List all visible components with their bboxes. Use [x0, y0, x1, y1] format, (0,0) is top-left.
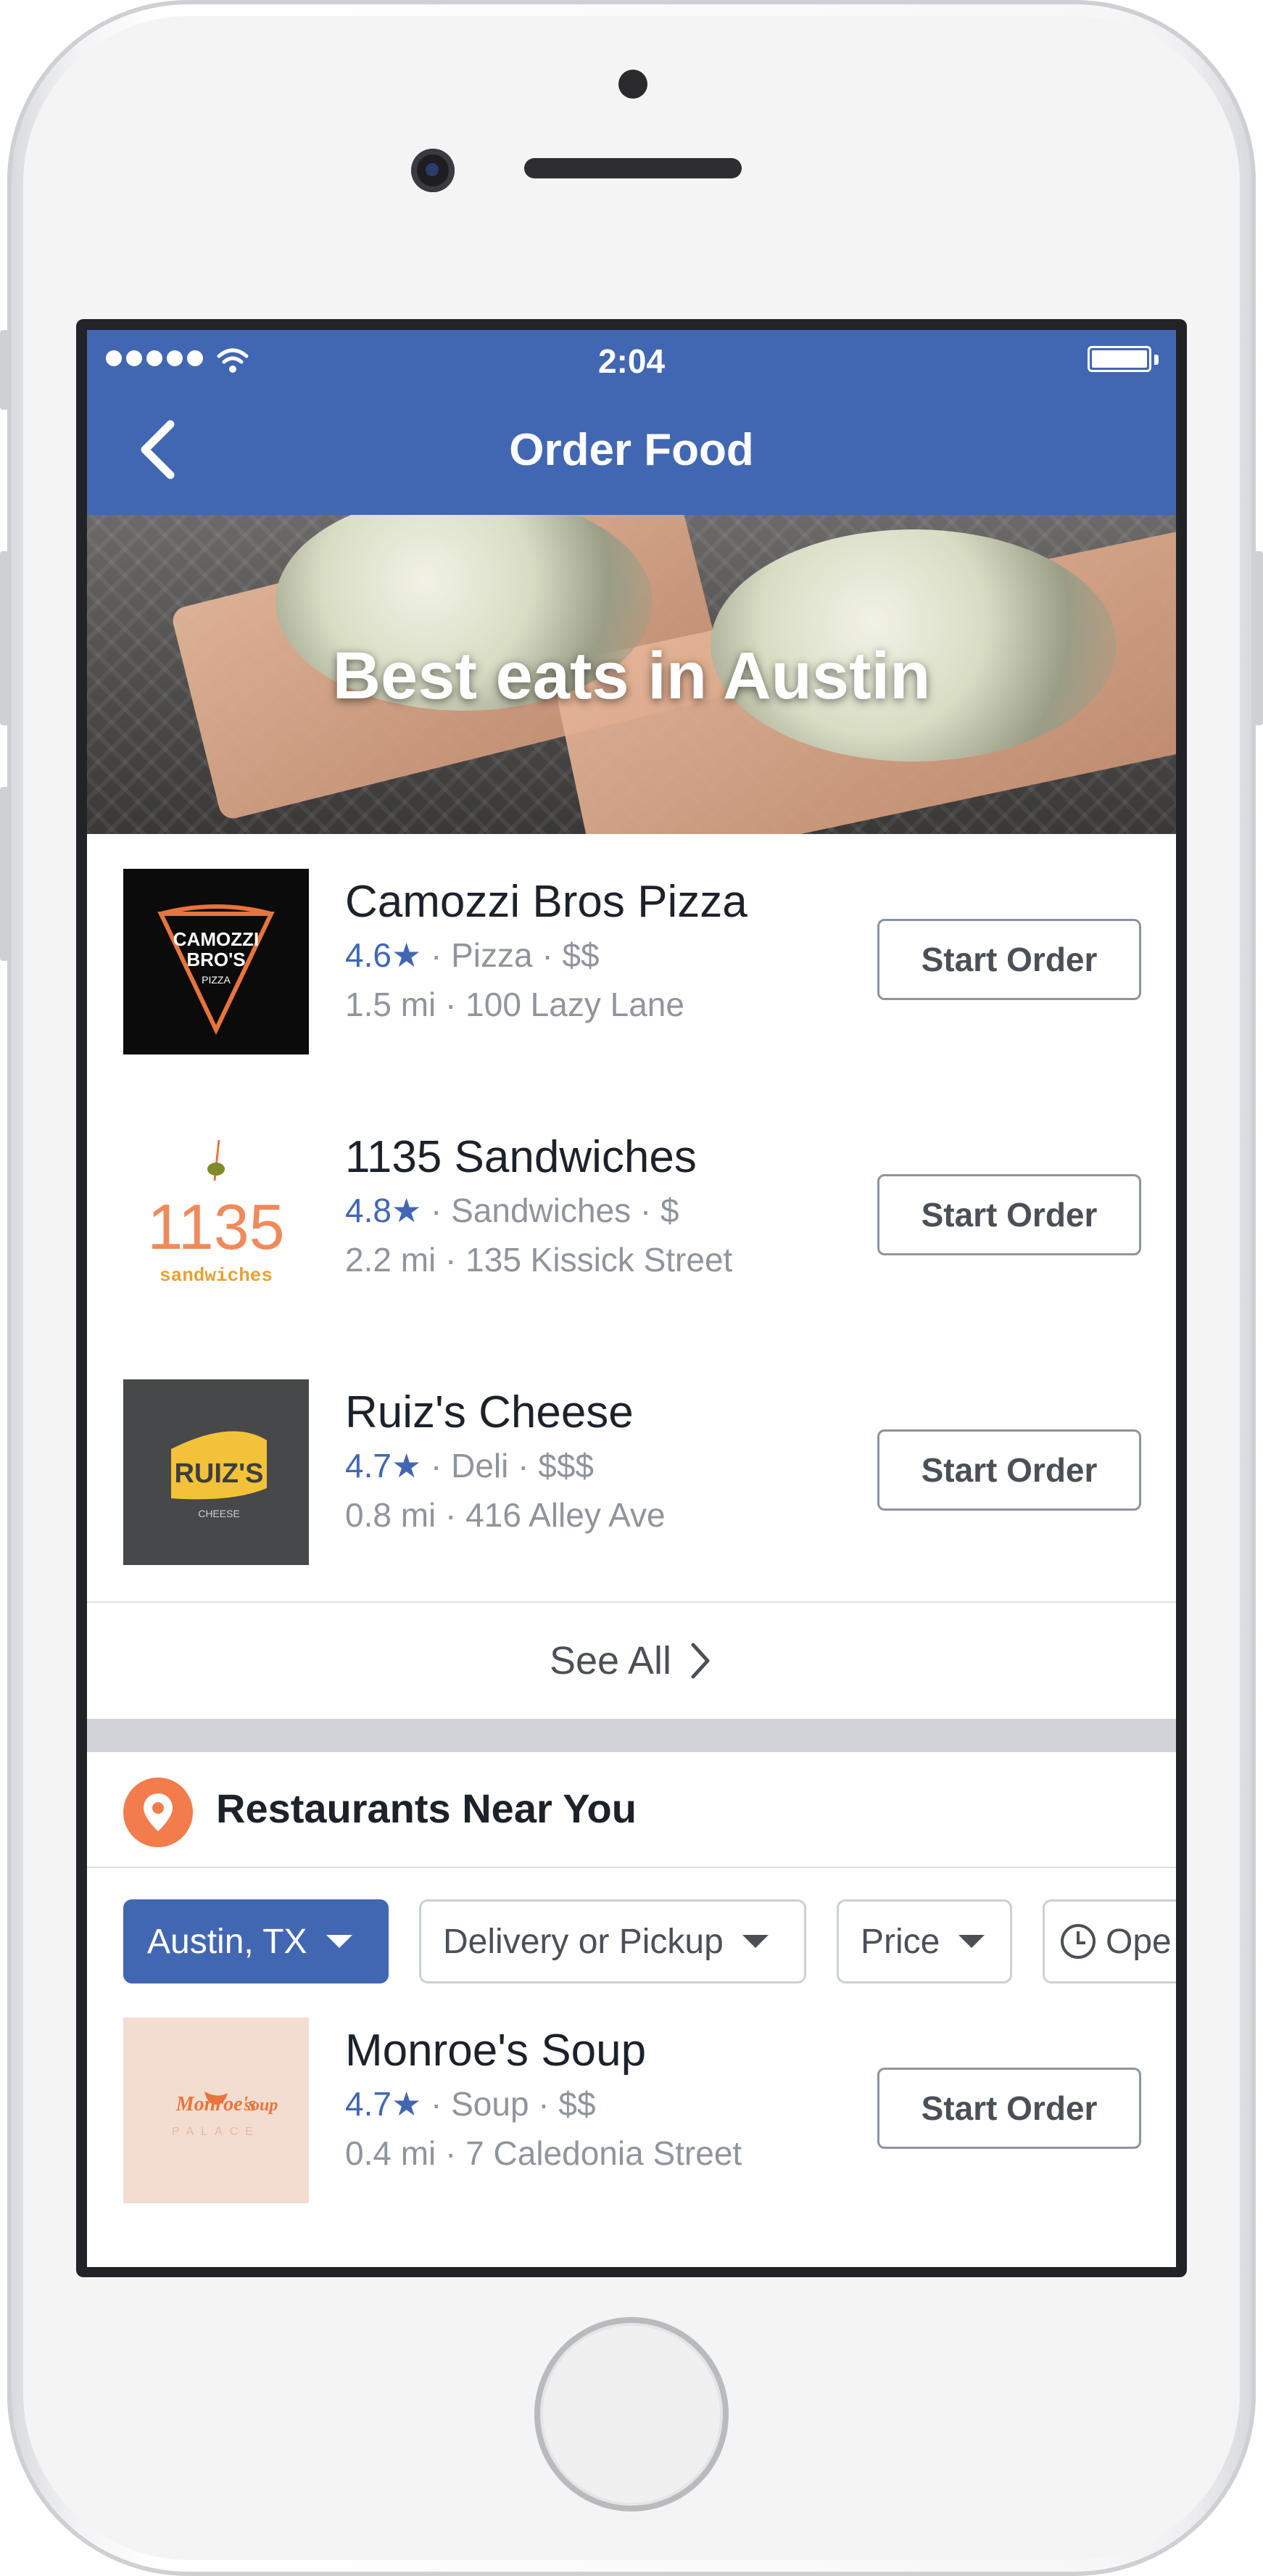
section-separator [87, 1719, 1176, 1752]
battery-icon [1088, 346, 1151, 372]
hero-banner: Best eats in Austin [87, 515, 1176, 834]
restaurant-name[interactable]: Monroe's Soup [345, 2025, 646, 2076]
soup-bowl-logo-icon: Monroe's soup PALACE [172, 2092, 278, 2138]
restaurant-name[interactable]: Ruiz's Cheese [345, 1387, 634, 1438]
nav-bar: Order Food [87, 388, 1176, 515]
distance: 0.4 mi [345, 2134, 436, 2172]
start-order-button[interactable]: Start Order [877, 2068, 1141, 2149]
rating-value: 4.7 [345, 1447, 392, 1485]
home-button[interactable] [534, 2317, 729, 2511]
open-now-filter-chip[interactable]: Ope [1043, 1899, 1176, 1983]
page-title: Order Food [509, 425, 754, 475]
list-item[interactable]: CAMOZZI BRO'S PIZZA Camozzi Bros Pizza 4… [87, 834, 1176, 1081]
price-filter-chip[interactable]: Price [837, 1899, 1012, 1983]
restaurant-name[interactable]: 1135 Sandwiches [345, 1131, 697, 1183]
caret-down-icon [958, 1935, 985, 1948]
rating-value: 4.6 [345, 936, 392, 974]
address: 100 Lazy Lane [465, 986, 684, 1023]
logo-text: PALACE [172, 2126, 260, 2138]
rating-value: 4.7 [345, 2085, 392, 2123]
price-level: $$ [562, 936, 600, 974]
chip-label: Austin, TX [147, 1922, 307, 1961]
distance: 1.5 mi [345, 986, 436, 1023]
volume-up-button [0, 551, 9, 725]
delivery-filter-chip[interactable]: Delivery or Pickup [419, 1899, 806, 1983]
star-icon: ★ [391, 1447, 422, 1485]
restaurant-location: 2.2 mi · 135 Kissick Street [345, 1241, 733, 1279]
list-item[interactable]: RUIZ'S CHEESE Ruiz's Cheese 4.7★ · Deli … [87, 1345, 1176, 1591]
logo-text: BRO'S [186, 949, 245, 970]
restaurant-logo: RUIZ'S CHEESE [123, 1379, 309, 1565]
status-bar: 2:04 [87, 330, 1176, 388]
earpiece-speaker [524, 158, 742, 178]
star-icon: ★ [391, 1192, 422, 1229]
address: 7 Caledonia Street [465, 2134, 742, 2172]
restaurant-logo: CAMOZZI BRO'S PIZZA [123, 869, 309, 1054]
start-order-button[interactable]: Start Order [877, 919, 1141, 1000]
pizza-slice-logo-icon: CAMOZZI BRO'S PIZZA [157, 904, 275, 1035]
logo-text: soup [244, 2096, 278, 2115]
address: 416 Alley Ave [465, 1496, 666, 1534]
category: Sandwiches [451, 1192, 632, 1229]
category: Deli [451, 1447, 509, 1485]
hero-title: Best eats in Austin [332, 639, 931, 713]
list-item[interactable]: 1135 sandwiches 1135 Sandwiches 4.8★ · S… [87, 1089, 1176, 1336]
volume-down-button [0, 787, 9, 961]
restaurant-meta: 4.8★ · Sandwiches · $ [345, 1192, 679, 1229]
chevron-right-icon [691, 1643, 710, 1679]
front-camera-icon [411, 149, 455, 192]
restaurant-location: 1.5 mi · 100 Lazy Lane [345, 986, 684, 1023]
logo-text: CAMOZZI [173, 928, 259, 950]
section-header: Restaurants Near You [87, 1752, 1176, 1867]
restaurant-meta: 4.7★ · Soup · $$ [345, 2085, 596, 2123]
distance: 2.2 mi [345, 1241, 436, 1279]
restaurant-name[interactable]: Camozzi Bros Pizza [345, 876, 748, 928]
logo-text: RUIZ'S [174, 1458, 263, 1489]
location-filter-chip[interactable]: Austin, TX [123, 1899, 389, 1983]
start-order-button[interactable]: Start Order [877, 1174, 1141, 1255]
cheese-logo-icon: RUIZ'S CHEESE [171, 1431, 267, 1519]
mute-switch [0, 330, 9, 410]
address: 135 Kissick Street [465, 1241, 733, 1279]
clock-icon [1061, 1924, 1096, 1959]
price-level: $$$ [538, 1447, 594, 1485]
chip-label: Price [861, 1922, 940, 1961]
restaurant-logo: 1135 sandwiches [123, 1124, 309, 1310]
see-all-label: See All [549, 1639, 672, 1683]
category: Soup [451, 2085, 529, 2123]
chip-label: Ope [1106, 1922, 1172, 1961]
status-time: 2:04 [597, 342, 666, 380]
logo-text: CHEESE [198, 1508, 240, 1519]
price-level: $$ [558, 2085, 596, 2123]
logo-text: PIZZA [202, 974, 231, 986]
rating-value: 4.8 [345, 1192, 392, 1229]
logo-text: 1135 [147, 1191, 284, 1263]
proximity-sensor [618, 70, 647, 99]
app-screen: 2:04 Order Food Best eats in Austin CAMO… [87, 330, 1176, 2267]
restaurant-location: 0.4 mi · 7 Caledonia Street [345, 2134, 742, 2172]
restaurant-logo: Monroe's soup PALACE [123, 2018, 309, 2203]
sandwich-logo-icon: 1135 sandwiches [147, 1139, 285, 1287]
restaurant-meta: 4.6★ · Pizza · $$ [345, 936, 600, 974]
star-icon: ★ [391, 2085, 422, 2123]
distance: 0.8 mi [345, 1496, 436, 1534]
power-button [1254, 551, 1263, 725]
restaurant-location: 0.8 mi · 416 Alley Ave [345, 1496, 666, 1534]
restaurant-meta: 4.7★ · Deli · $$$ [345, 1447, 594, 1485]
start-order-button[interactable]: Start Order [877, 1429, 1141, 1511]
battery-tip [1154, 355, 1159, 365]
caret-down-icon [326, 1935, 352, 1948]
price-level: $ [661, 1192, 679, 1229]
star-icon: ★ [391, 936, 422, 974]
section-title: Restaurants Near You [216, 1786, 637, 1831]
list-item[interactable]: Monroe's soup PALACE Monroe's Soup 4.7★ … [87, 1983, 1176, 2229]
logo-text: sandwiches [160, 1265, 273, 1287]
category: Pizza [451, 936, 533, 974]
chip-label: Delivery or Pickup [443, 1922, 724, 1961]
location-pin-icon [123, 1778, 193, 1847]
filter-bar: Austin, TX Delivery or Pickup Price Ope [87, 1867, 1176, 1983]
see-all-link[interactable]: See All [87, 1603, 1176, 1719]
caret-down-icon [742, 1935, 769, 1948]
